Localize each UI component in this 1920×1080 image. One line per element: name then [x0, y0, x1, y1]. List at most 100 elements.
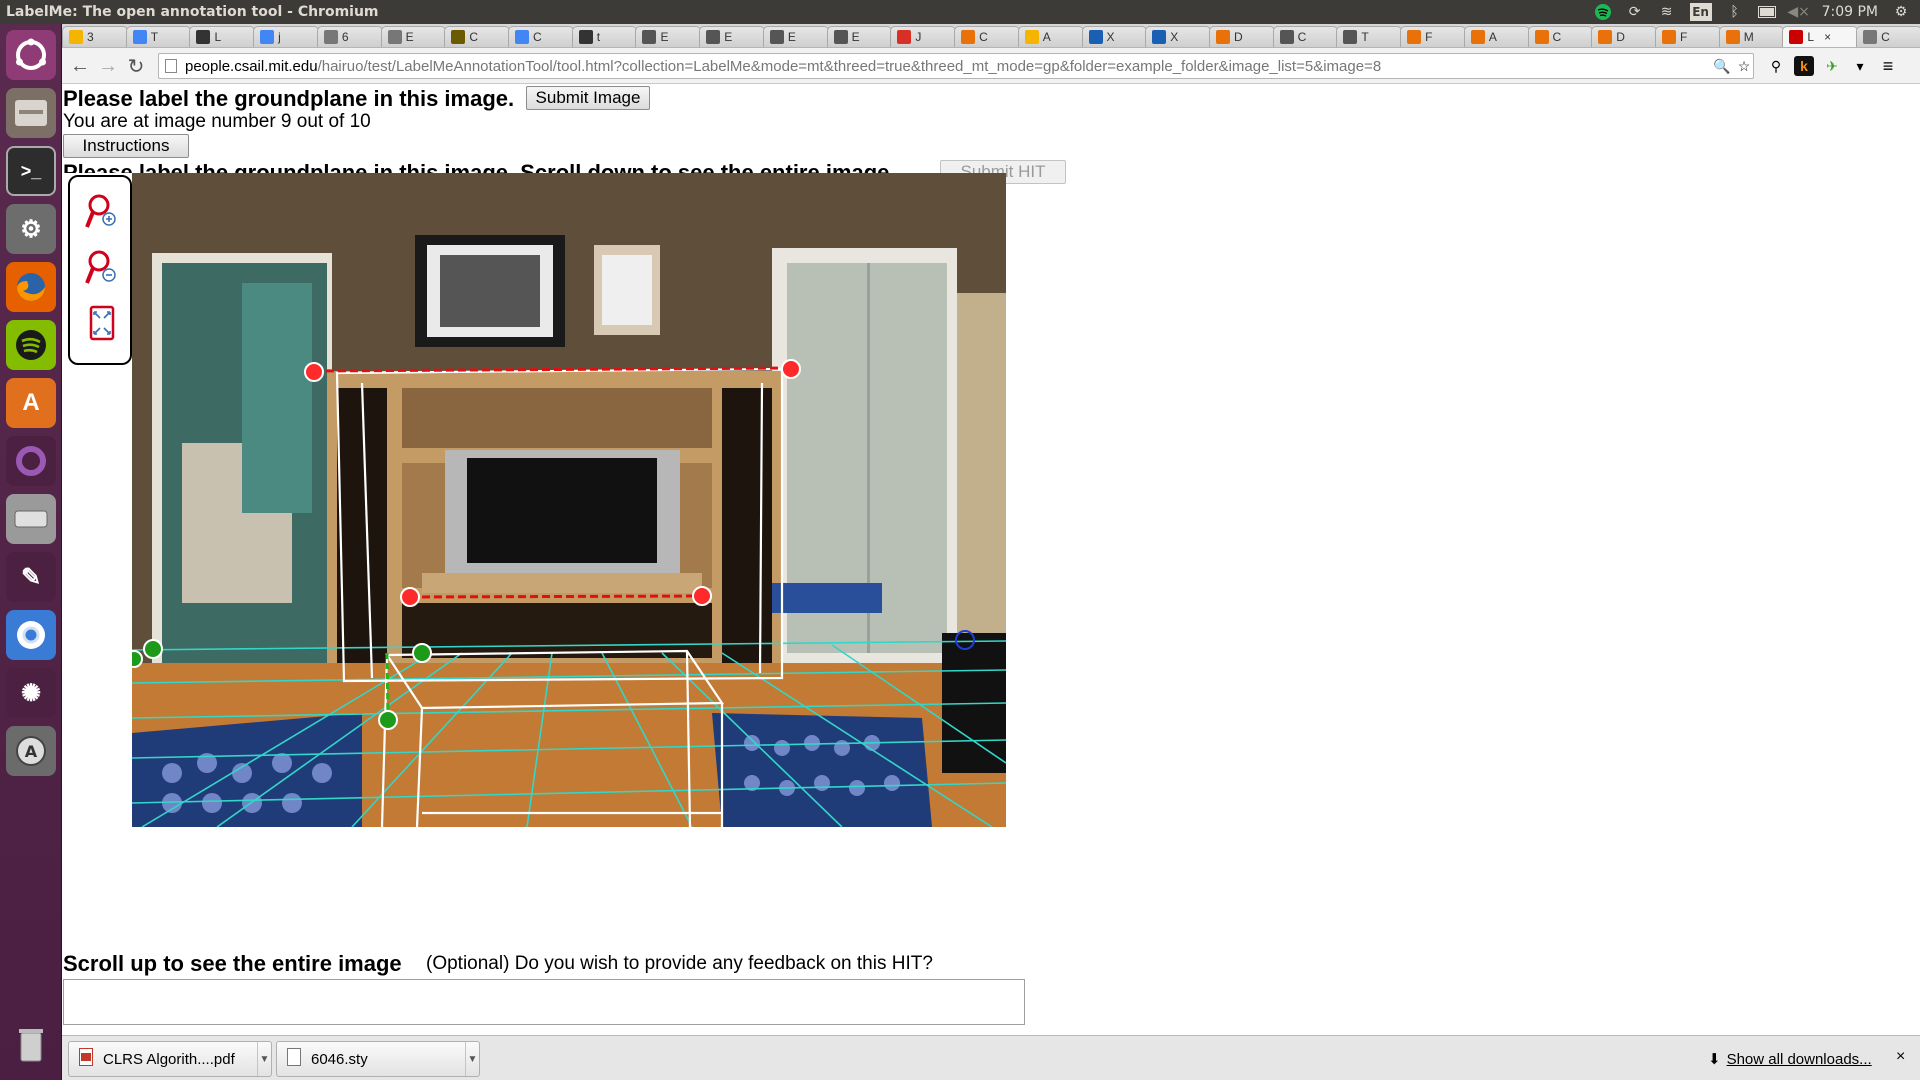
- shutter-icon[interactable]: ✺: [6, 668, 56, 718]
- trash-icon[interactable]: [6, 1020, 56, 1070]
- tab-favicon-icon: [1024, 30, 1039, 44]
- browser-tab[interactable]: X: [1145, 26, 1211, 47]
- ubuntu-dash-icon[interactable]: [6, 30, 56, 80]
- browser-tab[interactable]: C: [1272, 26, 1339, 47]
- zoom-out-icon[interactable]: [84, 247, 120, 289]
- browser-tab[interactable]: A: [1017, 26, 1084, 47]
- browser-tab[interactable]: F: [1400, 26, 1466, 47]
- wifi-icon[interactable]: ≋: [1658, 3, 1676, 21]
- reload-button[interactable]: ↻: [122, 52, 150, 80]
- download-arrow-icon: ⬇: [1708, 1051, 1721, 1068]
- close-download-shelf-icon[interactable]: ×: [1896, 1048, 1905, 1066]
- browser-tab[interactable]: C: [954, 26, 1020, 47]
- tab-favicon-icon: [451, 30, 466, 44]
- download-menu-arrow[interactable]: ▼: [465, 1042, 479, 1076]
- browser-tab[interactable]: X: [1081, 26, 1148, 47]
- download-item-sty[interactable]: 6046.sty ▼: [276, 1041, 480, 1077]
- bluetooth-icon[interactable]: ᛒ: [1726, 3, 1744, 21]
- browser-tab[interactable]: E: [762, 26, 829, 47]
- software-center-icon[interactable]: A: [6, 378, 56, 428]
- tab-favicon-icon: [1534, 30, 1549, 44]
- tab-label: T: [150, 30, 159, 44]
- forward-button[interactable]: →: [94, 52, 122, 80]
- spotify-tray-icon[interactable]: [1594, 3, 1612, 21]
- tab-label: X: [1170, 30, 1179, 44]
- browser-tab[interactable]: t: [571, 26, 638, 47]
- browser-tab[interactable]: J: [890, 26, 957, 47]
- keyboard-layout-indicator[interactable]: En: [1689, 3, 1712, 21]
- browser-tab[interactable]: j: [253, 26, 319, 47]
- browser-tab[interactable]: F: [1654, 26, 1721, 47]
- chromium-icon[interactable]: [6, 610, 56, 660]
- browser-tab[interactable]: T: [125, 26, 192, 47]
- settings-gear-icon[interactable]: ⚙: [1892, 3, 1910, 21]
- tab-favicon-icon: [1863, 30, 1878, 44]
- clock[interactable]: 7:09 PM: [1822, 4, 1878, 20]
- browser-tab[interactable]: C: [508, 26, 574, 47]
- browser-tab[interactable]: E: [699, 26, 765, 47]
- spotify-icon[interactable]: [6, 320, 56, 370]
- extension-green-icon[interactable]: ✈: [1822, 56, 1842, 76]
- browser-tab[interactable]: M: [1718, 26, 1785, 47]
- zoom-page-icon[interactable]: 🔍: [1712, 56, 1732, 76]
- extension-puzzle-icon[interactable]: ⚲: [1766, 56, 1786, 76]
- tab-label: E: [787, 30, 796, 44]
- files-icon[interactable]: [6, 88, 56, 138]
- drive-icon[interactable]: [6, 494, 56, 544]
- tab-label: E: [851, 30, 860, 44]
- page-heading: Please label the groundplane in this ima…: [63, 86, 515, 111]
- page-heading-secondary: Please label the groundplane in this ima…: [63, 160, 896, 173]
- browser-tab[interactable]: C: [1856, 26, 1920, 47]
- back-button[interactable]: ←: [66, 52, 94, 80]
- zoom-in-icon[interactable]: [84, 191, 120, 233]
- tab-favicon-icon: [1215, 30, 1230, 44]
- menu-icon[interactable]: ≡: [1878, 56, 1898, 76]
- terminal-icon[interactable]: >_: [6, 146, 56, 196]
- instructions-button[interactable]: Instructions: [63, 134, 189, 158]
- sync-icon[interactable]: ⟳: [1626, 3, 1644, 21]
- tab-favicon-icon: [1279, 30, 1294, 44]
- submit-image-button[interactable]: Submit Image: [526, 86, 650, 110]
- tab-label: T: [1361, 30, 1369, 44]
- browser-tab[interactable]: E: [635, 26, 702, 47]
- ring-app-icon[interactable]: [6, 436, 56, 486]
- browser-tab[interactable]: E: [380, 26, 447, 47]
- firefox-icon[interactable]: [6, 262, 56, 312]
- system-settings-icon[interactable]: ⚙: [6, 204, 56, 254]
- browser-tab[interactable]: A: [1463, 26, 1530, 47]
- browser-tab[interactable]: C: [1527, 26, 1594, 47]
- annotation-canvas[interactable]: [132, 173, 1006, 827]
- tab-label: C: [979, 30, 988, 44]
- address-bar[interactable]: people.csail.mit.edu/hairuo/test/LabelMe…: [158, 53, 1754, 79]
- browser-tab[interactable]: T: [1336, 26, 1403, 47]
- bookmark-star-icon[interactable]: ☆: [1734, 56, 1754, 76]
- top-panel: LabelMe: The open annotation tool - Chro…: [0, 0, 1920, 24]
- tab-label: D: [1233, 30, 1243, 44]
- tab-active[interactable]: L ×: [1782, 26, 1859, 47]
- tab-favicon-icon: [642, 30, 657, 44]
- download-menu-arrow[interactable]: ▼: [257, 1042, 271, 1076]
- browser-tab[interactable]: D: [1208, 26, 1275, 47]
- browser-tab[interactable]: E: [826, 26, 893, 47]
- browser-tab[interactable]: C: [444, 26, 511, 47]
- system-tray: ⟳ ≋ En ᛒ ◀× 7:09 PM ⚙: [1594, 0, 1920, 24]
- download-item-clrs[interactable]: CLRS Algorith....pdf ▼: [68, 1041, 272, 1077]
- extension-k-icon[interactable]: k: [1794, 56, 1814, 76]
- browser-tab[interactable]: 6: [316, 26, 383, 47]
- fit-image-icon[interactable]: [84, 303, 120, 345]
- tab-favicon-icon: [515, 30, 530, 44]
- pocket-icon[interactable]: ▾: [1850, 56, 1870, 76]
- tab-label: C: [1881, 30, 1890, 44]
- feedback-textarea[interactable]: [63, 979, 1025, 1025]
- tab-close-icon[interactable]: ×: [1824, 30, 1831, 44]
- browser-tab[interactable]: L: [189, 26, 256, 47]
- software-updater-icon[interactable]: A: [6, 726, 56, 776]
- browser-tab[interactable]: 3: [62, 26, 128, 47]
- scene-image[interactable]: [132, 173, 1006, 827]
- tab-label: D: [1616, 30, 1625, 44]
- show-all-downloads-link[interactable]: ⬇ Show all downloads...: [1708, 1050, 1872, 1069]
- text-editor-icon[interactable]: ✎: [6, 552, 56, 602]
- battery-icon[interactable]: [1757, 3, 1776, 21]
- browser-tab[interactable]: D: [1591, 26, 1657, 47]
- volume-muted-icon[interactable]: ◀×: [1787, 3, 1810, 21]
